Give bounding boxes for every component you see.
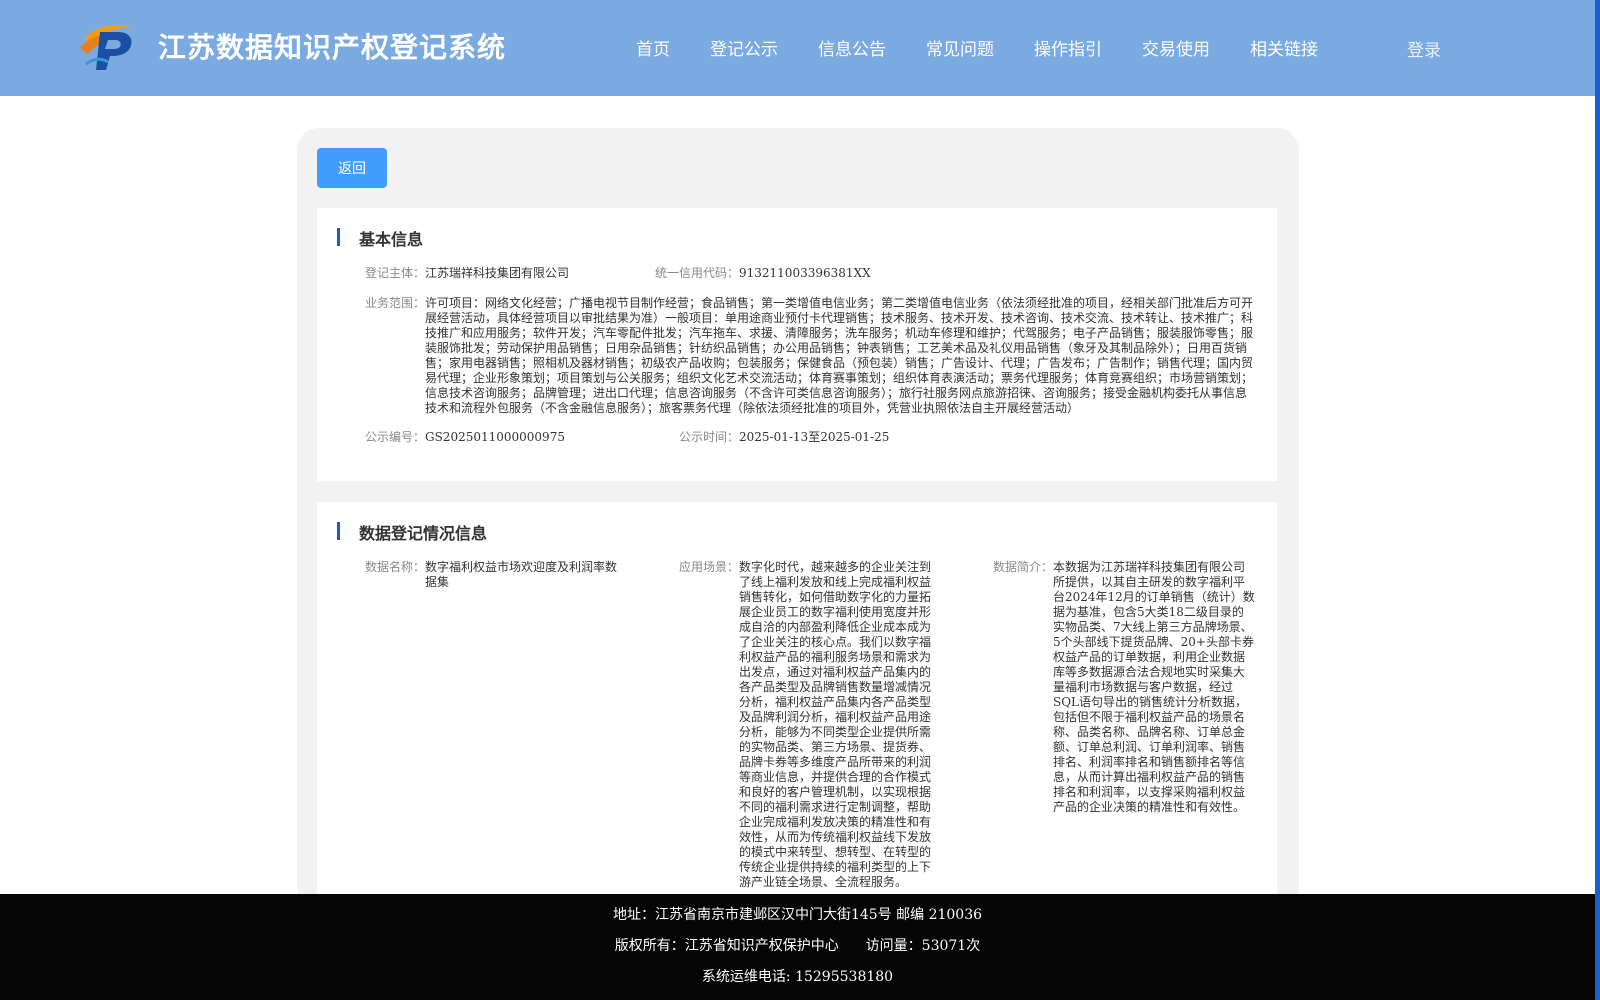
number-value: GS2025011000000975 [425, 430, 565, 444]
basic-info-panel: 基本信息 登记主体： 江苏瑞祥科技集团有限公司 统一信用代码： 91321100… [317, 208, 1277, 481]
data-name-value: 数字福利权益市场欢迎度及利润率数据集 [425, 560, 618, 589]
field-subject: 登记主体： 江苏瑞祥科技集团有限公司 [365, 266, 625, 282]
data-registration-panel: 数据登记情况信息 数据名称： 数字福利权益市场欢迎度及利润率数据集 应用场景： … [317, 502, 1277, 908]
number-label: 公示编号： [365, 430, 426, 444]
detail-card: 返回 基本信息 登记主体： 江苏瑞祥科技集团有限公司 统一信用代码： 91321… [297, 128, 1299, 908]
footer-copyright-row: 版权所有：江苏省知识产权保护中心 访问量：53071次 [0, 935, 1595, 955]
header-bar: 江苏数据知识产权登记系统 首页 登记公示 信息公告 常见问题 操作指引 交易使用… [0, 0, 1595, 96]
back-button[interactable]: 返回 [317, 148, 387, 188]
field-credit-code: 统一信用代码： 913211003396381XX [655, 266, 955, 282]
scope-label: 业务范围： [365, 296, 426, 310]
subject-value: 江苏瑞祥科技集团有限公司 [425, 266, 570, 280]
nav-trading[interactable]: 交易使用 [1142, 35, 1210, 60]
footer-phone: 系统运维电话: 15295538180 [701, 969, 894, 985]
data-name-label: 数据名称： [365, 560, 426, 574]
footer-visits: 访问量：53071次 [865, 938, 981, 954]
nav-links[interactable]: 相关链接 [1250, 35, 1318, 60]
field-data-intro: 数据简介： 本数据为江苏瑞祥科技集团有限公司所提供，以其自主研发的数字福利平台2… [993, 560, 1259, 820]
site-logo-icon[interactable] [78, 18, 140, 72]
footer-copyright: 版权所有：江苏省知识产权保护中心 [614, 938, 839, 954]
time-value: 2025-01-13至2025-01-25 [739, 430, 890, 444]
nav-announcements[interactable]: 信息公告 [818, 35, 886, 60]
credit-label: 统一信用代码： [655, 266, 740, 280]
scene-label: 应用场景： [679, 560, 740, 574]
section-title-basic: 基本信息 [337, 226, 423, 250]
field-data-name: 数据名称： 数字福利权益市场欢迎度及利润率数据集 [365, 560, 625, 600]
nav-home[interactable]: 首页 [636, 35, 670, 60]
field-business-scope: 业务范围： 许可项目：网络文化经营；广播电视节目制作经营；食品销售；第一类增值电… [365, 296, 1257, 426]
login-link[interactable]: 登录 [1407, 36, 1441, 61]
footer-address: 地址：江苏省南京市建邺区汉中门大街145号 邮编 210036 [612, 907, 983, 923]
scrollbar-strip[interactable] [1595, 0, 1600, 1000]
nav-guide[interactable]: 操作指引 [1034, 35, 1102, 60]
scene-value: 数字化时代，越来越多的企业关注到了线上福利发放和线上完成福利权益销售转化，如何借… [739, 560, 932, 889]
subject-label: 登记主体： [365, 266, 426, 280]
nav-faq[interactable]: 常见问题 [926, 35, 994, 60]
credit-value: 913211003396381XX [739, 266, 871, 280]
section-title-data: 数据登记情况信息 [337, 520, 487, 544]
site-title: 江苏数据知识产权登记系统 [158, 31, 507, 64]
field-application-scene: 应用场景： 数字化时代，越来越多的企业关注到了线上福利发放和线上完成福利权益销售… [679, 560, 939, 900]
intro-value: 本数据为江苏瑞祥科技集团有限公司所提供，以其自主研发的数字福利平台2024年12… [1053, 560, 1255, 814]
scope-value: 许可项目：网络文化经营；广播电视节目制作经营；食品销售；第一类增值电信业务；第二… [425, 296, 1254, 415]
field-public-number: 公示编号： GS2025011000000975 [365, 430, 665, 446]
nav-registration-public[interactable]: 登记公示 [710, 35, 778, 60]
intro-label: 数据简介： [993, 560, 1054, 574]
footer: 地址：江苏省南京市建邺区汉中门大街145号 邮编 210036 版权所有：江苏省… [0, 894, 1595, 1000]
field-public-time: 公示时间： 2025-01-13至2025-01-25 [679, 430, 979, 446]
time-label: 公示时间： [679, 430, 740, 444]
